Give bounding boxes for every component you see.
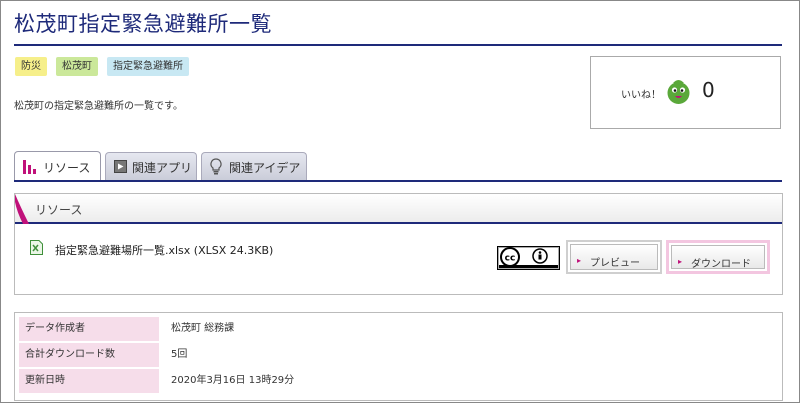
cc-by-icon[interactable]: cc [497, 246, 560, 270]
tag-bousai[interactable]: 防災 [15, 57, 47, 76]
tag-matsushige[interactable]: 松茂町 [56, 57, 98, 76]
dataset-info-table: データ作成者 松茂町 総務課 合計ダウンロード数 5回 更新日時 2020年3月… [14, 312, 783, 401]
title-divider [14, 44, 782, 46]
bar-chart-icon [23, 160, 36, 174]
download-button-label: ダウンロード [691, 259, 751, 270]
panel-accent-swoosh [15, 194, 29, 224]
info-value-downloads: 5回 [171, 349, 188, 360]
resource-file-link[interactable]: 指定緊急避難場所一覧.xlsx (XLSX 24.3KB) [55, 242, 273, 258]
like-box: いいね！ 0 [590, 56, 781, 129]
download-button-face: ▸ ダウンロード [671, 245, 765, 270]
like-label: いいね！ [621, 90, 661, 101]
page-title: 松茂町指定緊急避難所一覧 [14, 12, 272, 36]
info-key-downloads: 合計ダウンロード数 [19, 343, 159, 367]
excel-file-icon [30, 240, 43, 255]
tab-related-ideas-label: 関連アイデア [229, 161, 301, 175]
lightbulb-icon [210, 158, 222, 175]
like-count: 0 [702, 78, 715, 102]
tab-resources-label: リソース [43, 161, 91, 175]
download-arrow-icon: ▸ [678, 257, 683, 266]
preview-button[interactable]: ▸ プレビュー [566, 240, 662, 274]
tabs-divider [14, 180, 782, 182]
app-window-icon [114, 160, 127, 173]
info-value-creator: 松茂町 総務課 [171, 323, 235, 334]
tab-resources[interactable]: リソース [14, 151, 101, 182]
tab-related-ideas[interactable]: 関連アイデア [201, 152, 307, 181]
tab-related-apps[interactable]: 関連アプリ [105, 152, 197, 181]
mascot-like-icon[interactable] [665, 78, 692, 105]
resource-panel-header: リソース [15, 194, 782, 224]
svg-text:cc: cc [505, 254, 516, 264]
info-value-updated: 2020年3月16日 13時29分 [171, 375, 295, 386]
tab-related-apps-label: 関連アプリ [132, 161, 193, 175]
preview-button-label: プレビュー [590, 258, 640, 269]
resource-panel-title: リソース [35, 203, 83, 217]
dataset-description: 松茂町の指定緊急避難所の一覧です。 [14, 101, 183, 112]
preview-button-face: ▸ プレビュー [570, 244, 658, 270]
info-key-creator: データ作成者 [19, 317, 159, 341]
info-key-updated: 更新日時 [19, 369, 159, 393]
tag-shelter[interactable]: 指定緊急避難所 [107, 57, 189, 76]
download-button[interactable]: ▸ ダウンロード [666, 240, 770, 274]
preview-arrow-icon: ▸ [577, 256, 582, 265]
